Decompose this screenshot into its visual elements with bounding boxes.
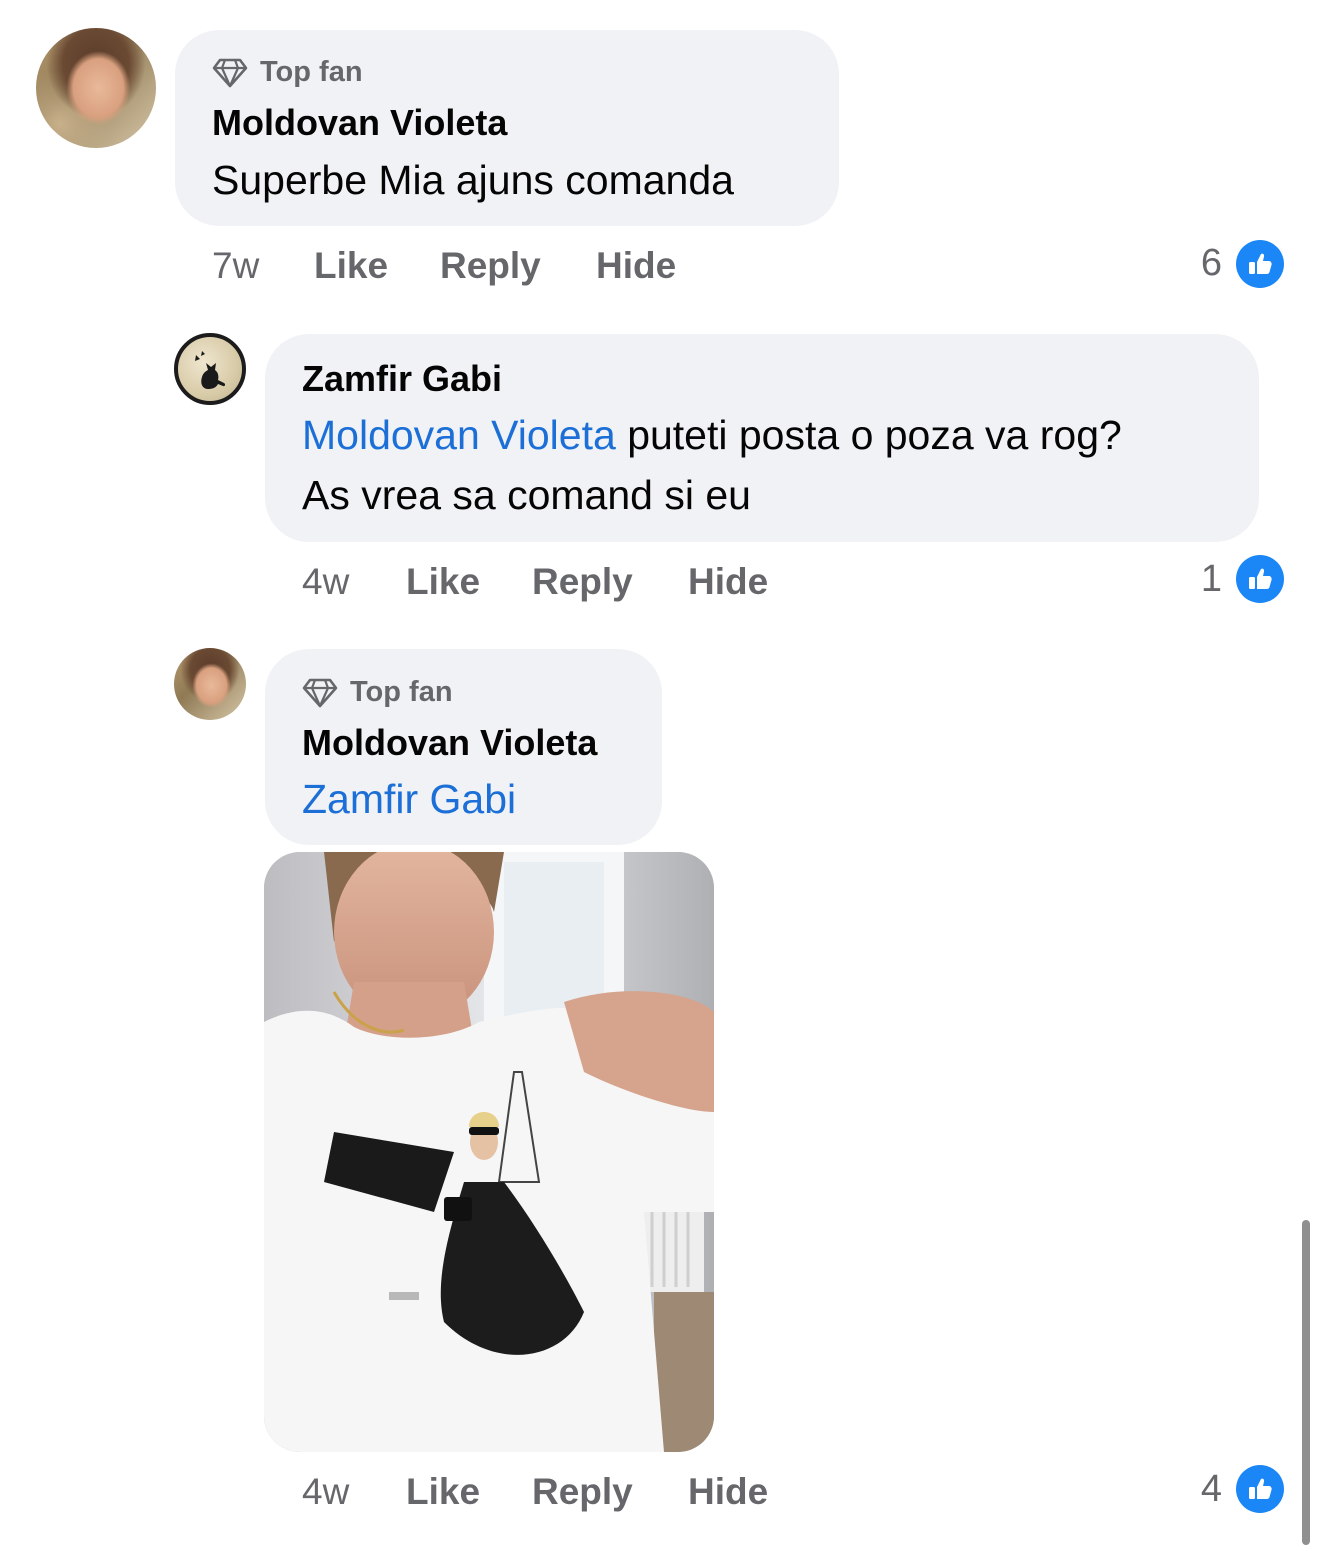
cat-silhouette-icon — [195, 351, 226, 389]
hide-button[interactable]: Hide — [688, 1471, 768, 1513]
reply-button[interactable]: Reply — [532, 1471, 688, 1513]
comment-text: Superbe Mia ajuns comanda — [212, 157, 734, 203]
hide-button[interactable]: Hide — [596, 245, 676, 287]
top-fan-badge: Top fan — [302, 676, 453, 709]
comment-text: puteti posta o poza va rog? — [615, 412, 1122, 458]
commenter-avatar[interactable] — [36, 28, 156, 148]
like-button[interactable]: Like — [406, 1471, 532, 1513]
like-button[interactable]: Like — [314, 245, 440, 287]
reply-button[interactable]: Reply — [440, 245, 596, 287]
like-button[interactable]: Like — [406, 561, 532, 603]
comment-timestamp[interactable]: 4w — [302, 1471, 406, 1513]
diamond-icon — [302, 678, 338, 707]
hide-button[interactable]: Hide — [688, 561, 768, 603]
comment-author[interactable]: Zamfir Gabi — [302, 358, 502, 400]
badge-label: Top fan — [350, 676, 453, 708]
comment-timestamp[interactable]: 4w — [302, 561, 406, 603]
reply-button[interactable]: Reply — [532, 561, 688, 603]
comment-photo-attachment[interactable] — [264, 852, 714, 1452]
thumbs-up-icon[interactable] — [1236, 240, 1284, 288]
thumbs-up-icon[interactable] — [1236, 1465, 1284, 1513]
comment-actions: 7w Like Reply Hide — [212, 242, 676, 290]
commenter-avatar[interactable] — [174, 648, 246, 720]
photo-illustration — [264, 852, 714, 1452]
mention-link-text[interactable]: Zamfir Gabi — [302, 776, 516, 822]
scrollbar[interactable] — [1302, 1220, 1310, 1545]
comment-author[interactable]: Moldovan Violeta — [212, 102, 507, 144]
mention-link[interactable]: Zamfir Gabi — [302, 769, 516, 829]
comment-author[interactable]: Moldovan Violeta — [302, 722, 597, 764]
badge-label: Top fan — [260, 56, 363, 88]
comment-text-line: Moldovan Violeta puteti posta o poza va … — [302, 405, 1122, 465]
diamond-icon — [212, 58, 248, 87]
mention-link[interactable]: Moldovan Violeta — [302, 412, 616, 458]
comment-timestamp[interactable]: 7w — [212, 245, 314, 287]
reaction-count[interactable]: 6 — [1186, 242, 1222, 285]
comment-actions: 4w Like Reply Hide — [302, 558, 768, 606]
commenter-avatar[interactable] — [174, 333, 246, 405]
reaction-count[interactable]: 4 — [1186, 1468, 1222, 1511]
top-fan-badge: Top fan — [212, 56, 363, 89]
reaction-count[interactable]: 1 — [1186, 558, 1222, 601]
thumbs-up-icon[interactable] — [1236, 555, 1284, 603]
comment-text: As vrea sa comand si eu — [302, 472, 751, 518]
comment-actions: 4w Like Reply Hide — [302, 1468, 768, 1516]
